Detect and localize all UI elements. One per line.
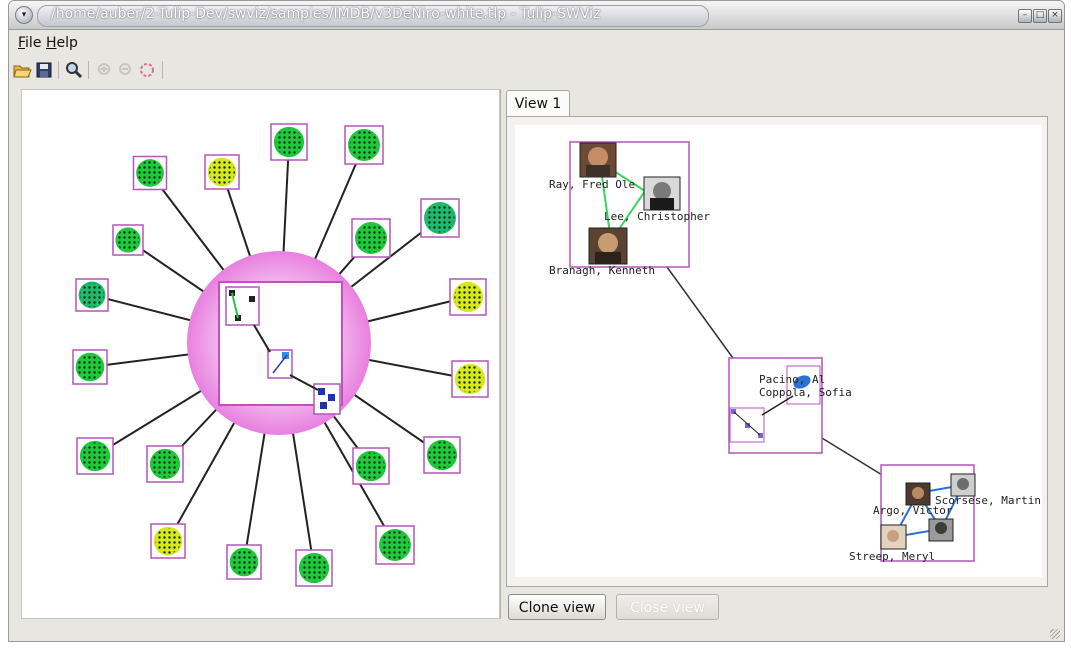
graph-cluster-node[interactable] [295,549,333,587]
label-pacino: Pacino, Al [759,373,825,386]
label-coppola: Coppola, Sofia [759,386,852,399]
window-menu-icon[interactable]: ▾ [15,6,33,24]
maximize-icon[interactable]: □ [1033,9,1047,23]
detail-graph-view[interactable]: Ray, Fred Ole Lee, Christopher Branagh, … [515,125,1042,577]
resize-grip-icon[interactable] [1050,629,1060,639]
graph-cluster-node[interactable] [451,360,489,398]
toolbar-separator [162,61,163,79]
status-bar [9,629,1064,641]
graph-cluster-node[interactable] [150,523,186,559]
zoom-in-icon[interactable] [95,60,115,80]
graph-cluster-node[interactable] [112,224,144,256]
toolbar-separator [88,61,89,79]
title-bar[interactable]: ▾ /home/auber/2-Tulip-Dev/swviz/samples/… [9,1,1064,30]
label-branagh: Branagh, Kenneth [549,264,655,277]
actor-photo-branagh[interactable] [588,227,628,265]
actor-photo-scorsese[interactable] [950,473,976,497]
graph-cluster-node[interactable] [72,349,108,385]
toolbar-separator [58,61,59,79]
menu-help-mnemonic: H [46,35,57,51]
actor-photo-lee[interactable] [643,176,681,211]
menu-file-mnemonic: F [18,35,26,51]
panel-splitter[interactable] [500,89,504,619]
graph-cluster-node[interactable] [226,544,262,580]
close-view-button[interactable]: Close view [616,594,719,620]
graph-cluster-node[interactable] [270,123,308,161]
detail-graph[interactable]: Ray, Fred Ole Lee, Christopher Branagh, … [515,125,1042,577]
save-icon[interactable] [34,60,54,80]
close-icon[interactable]: × [1048,9,1062,23]
meta-node-group-c[interactable] [313,383,341,415]
edge-cluster-2-3 [816,434,888,479]
zoom-out-icon[interactable] [116,60,136,80]
graph-cluster-node[interactable] [75,278,109,312]
label-ray: Ray, Fred Ole [549,178,635,191]
toolbar [9,55,1064,85]
overview-graph[interactable] [22,90,499,618]
graph-cluster-node[interactable] [352,447,390,485]
edge-cluster-1-2 [666,266,739,366]
graph-cluster-node[interactable] [344,125,384,165]
graph-cluster-node[interactable] [132,155,168,191]
tab-view-1[interactable]: View 1 [506,90,570,117]
graph-cluster-node[interactable] [146,445,184,483]
graph-cluster-node[interactable] [375,525,415,565]
label-streep: Streep, Meryl [849,550,935,563]
folder-open-icon[interactable] [12,60,32,80]
graph-cluster-node[interactable] [420,198,460,238]
meta-node-group-b[interactable] [267,349,293,379]
menu-bar: File Help [9,30,1064,54]
menu-file[interactable]: File [18,35,41,51]
graph-cluster-node[interactable] [204,154,240,190]
menu-help-label: elp [56,35,78,51]
label-lee: Lee, Christopher [604,210,710,223]
overview-graph-panel[interactable] [21,89,500,619]
graph-cluster-node[interactable] [76,437,114,475]
window-title: /home/auber/2-Tulip-Dev/swviz/samples/IM… [51,6,601,22]
app-window: ▾ /home/auber/2-Tulip-Dev/swviz/samples/… [8,0,1065,642]
actor-photo-argo[interactable] [905,482,931,506]
actor-photo-extra[interactable] [928,518,954,542]
minimize-icon[interactable]: – [1018,9,1032,23]
label-argo: Argo, Victor [873,504,953,517]
zoom-icon[interactable] [64,60,84,80]
actor-photo-ray[interactable] [579,142,617,178]
graph-cluster-node[interactable] [351,218,391,258]
menu-help[interactable]: Help [46,35,78,51]
graph-cluster-node[interactable] [449,278,487,316]
circle-select-icon[interactable] [137,60,157,80]
actor-photo-streep[interactable] [880,524,907,550]
clone-view-button[interactable]: Clone view [508,594,606,620]
meta-node-group-a[interactable] [225,286,260,326]
graph-cluster-node[interactable] [423,436,461,474]
menu-file-label: ile [25,35,42,51]
